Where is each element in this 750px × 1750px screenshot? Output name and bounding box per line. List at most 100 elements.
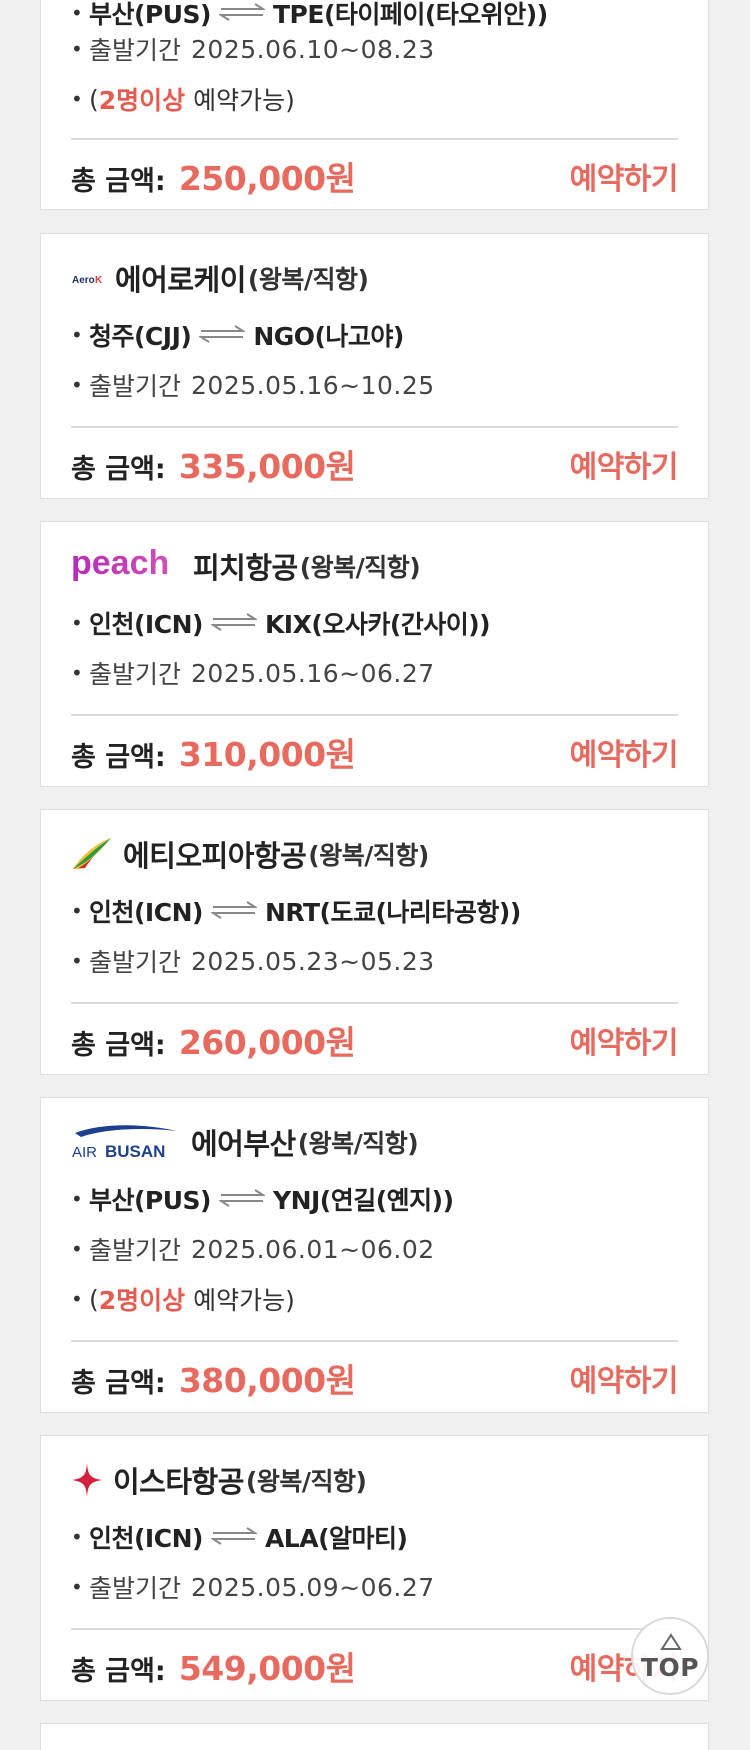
price-row: 총 금액: 310,000원 예약하기 bbox=[71, 730, 679, 774]
divider bbox=[71, 138, 678, 140]
route-destination: YNJ(연길(옌지)) bbox=[272, 1186, 454, 1215]
price-value: 260,000원 bbox=[178, 1023, 356, 1062]
route-destination: NRT(도쿄(나리타공항)) bbox=[264, 898, 521, 927]
price-value: 335,000원 bbox=[178, 447, 356, 486]
airline-header: peach 피치항공 (왕복/직항) bbox=[71, 542, 421, 590]
ethiopian-logo-icon bbox=[71, 836, 113, 872]
period-line: • 출발기간 2025.06.01~06.02 bbox=[71, 1231, 435, 1267]
bullet: • bbox=[71, 1187, 83, 1211]
svg-text:AIR: AIR bbox=[72, 1144, 97, 1161]
bullet: • bbox=[71, 661, 83, 685]
flight-card: 이스타항공 (왕복/직항) • 인천(ICN) ALA(알마티) • 출발기간 … bbox=[40, 1435, 709, 1701]
note-rest: 예약가능) bbox=[185, 1286, 295, 1315]
divider bbox=[71, 1340, 678, 1342]
price-row: 총 금액: 335,000원 예약하기 bbox=[71, 442, 679, 486]
flight-card: Aero K 에어로케이 (왕복/직항) • 청주(CJJ) NGO(나고야) … bbox=[40, 233, 709, 499]
route-line: • 인천(ICN) KIX(오사카(간사이)) bbox=[71, 605, 491, 641]
route-origin: 인천(ICN) bbox=[89, 898, 203, 927]
period-dates: 2025.05.09~06.27 bbox=[191, 1572, 435, 1602]
period-label: 출발기간 bbox=[89, 660, 182, 689]
period-dates: 2025.05.23~05.23 bbox=[191, 946, 435, 976]
route-destination: NGO(나고야) bbox=[253, 322, 404, 351]
reserve-button[interactable]: 예약하기 bbox=[570, 442, 679, 486]
bullet: • bbox=[71, 87, 83, 111]
round-trip-arrows-icon bbox=[209, 1523, 259, 1552]
svg-text:K: K bbox=[95, 275, 103, 286]
bullet: • bbox=[71, 1, 83, 25]
bullet: • bbox=[71, 1287, 83, 1311]
period-label: 출발기간 bbox=[89, 36, 182, 65]
bullet: • bbox=[71, 899, 83, 923]
bullet: • bbox=[71, 323, 83, 347]
divider bbox=[71, 1628, 678, 1630]
flight-card: 에티오피아항공 (왕복/직항) • 인천(ICN) NRT(도쿄(나리타공항))… bbox=[40, 809, 709, 1075]
period-label: 출발기간 bbox=[89, 948, 182, 977]
round-trip-arrows-icon bbox=[217, 1185, 267, 1214]
period-line: • 출발기간 2025.05.09~06.27 bbox=[71, 1569, 435, 1605]
reserve-button[interactable]: 예약하기 bbox=[570, 1356, 679, 1400]
trip-type: (왕복/직항) bbox=[245, 1467, 367, 1496]
route-line: • 부산(PUS) YNJ(연길(옌지)) bbox=[71, 1181, 454, 1217]
note-rest: 예약가능) bbox=[185, 86, 295, 115]
route-destination: TPE(타이페이(타오위안)) bbox=[272, 0, 548, 29]
route-destination: KIX(오사카(간사이)) bbox=[264, 610, 491, 639]
price-label: 총 금액: bbox=[71, 1368, 166, 1399]
reserve-button[interactable]: 예약하기 bbox=[570, 154, 679, 198]
airline-header: AIR BUSAN 에어부산 (왕복/직항) bbox=[71, 1118, 419, 1166]
round-trip-arrows-icon bbox=[209, 897, 259, 926]
route-origin: 청주(CJJ) bbox=[89, 322, 192, 351]
bullet: • bbox=[71, 949, 83, 973]
price-value: 310,000원 bbox=[178, 735, 356, 774]
airline-header: 이스타항공 (왕복/직항) bbox=[71, 1456, 367, 1504]
note-min-count: 2명이상 bbox=[98, 1286, 186, 1315]
price-row: 총 금액: 260,000원 예약하기 bbox=[71, 1018, 679, 1062]
round-trip-arrows-icon bbox=[197, 321, 247, 350]
airline-header: 에티오피아항공 (왕복/직항) bbox=[71, 830, 429, 878]
min-people-note: • ( 2명이상 예약가능) bbox=[71, 81, 295, 117]
triangle-up-icon bbox=[660, 1633, 682, 1655]
flight-card: • 부산(PUS) TPE(타이페이(타오위안)) • 출발기간 2025.06… bbox=[40, 0, 709, 210]
price-label: 총 금액: bbox=[71, 166, 166, 197]
reserve-button[interactable]: 예약하기 bbox=[570, 1018, 679, 1062]
airbusan-logo-icon: AIR BUSAN bbox=[71, 1123, 181, 1161]
route-origin: 인천(ICN) bbox=[89, 1524, 203, 1553]
price-label: 총 금액: bbox=[71, 742, 166, 773]
bullet: • bbox=[71, 373, 83, 397]
trip-type: (왕복/직항) bbox=[247, 265, 369, 294]
peach-logo-icon: peach bbox=[71, 546, 183, 586]
route-line: • 인천(ICN) NRT(도쿄(나리타공항)) bbox=[71, 893, 521, 929]
divider bbox=[71, 714, 678, 716]
min-people-note: • ( 2명이상 예약가능) bbox=[71, 1281, 295, 1317]
airline-name: 에티오피아항공 bbox=[123, 839, 307, 873]
round-trip-arrows-icon bbox=[209, 609, 259, 638]
period-label: 출발기간 bbox=[89, 1236, 182, 1265]
bullet: • bbox=[71, 611, 83, 635]
route-origin: 인천(ICN) bbox=[89, 610, 203, 639]
trip-type: (왕복/직항) bbox=[308, 841, 429, 870]
route-line: • 인천(ICN) ALA(알마티) bbox=[71, 1519, 408, 1555]
route-origin: 부산(PUS) bbox=[89, 0, 211, 29]
reserve-button[interactable]: 예약하기 bbox=[570, 730, 679, 774]
round-trip-arrows-icon bbox=[217, 0, 267, 28]
bullet: • bbox=[71, 1525, 83, 1549]
divider bbox=[71, 426, 678, 428]
svg-text:BUSAN: BUSAN bbox=[105, 1142, 165, 1161]
scroll-top-button[interactable]: TOP bbox=[631, 1617, 709, 1695]
svg-text:Aero: Aero bbox=[72, 275, 95, 286]
price-row: 총 금액: 250,000원 예약하기 bbox=[71, 154, 679, 198]
airline-name: 이스타항공 bbox=[113, 1465, 244, 1499]
aerok-logo-icon: Aero K bbox=[71, 268, 105, 288]
note-min-count: 2명이상 bbox=[98, 86, 186, 115]
route-line: • 청주(CJJ) NGO(나고야) bbox=[71, 317, 404, 353]
bullet: • bbox=[71, 1237, 83, 1261]
price-value: 549,000원 bbox=[178, 1649, 356, 1688]
period-line: • 출발기간 2025.05.16~06.27 bbox=[71, 655, 435, 691]
divider bbox=[71, 1002, 678, 1004]
route-line: • 부산(PUS) TPE(타이페이(타오위안)) bbox=[71, 0, 548, 31]
period-line: • 출발기간 2025.05.23~05.23 bbox=[71, 943, 435, 979]
period-dates: 2025.05.16~10.25 bbox=[191, 370, 435, 400]
flight-card: peach 피치항공 (왕복/직항) • 인천(ICN) KIX(오사카(간사이… bbox=[40, 521, 709, 787]
trip-type: (왕복/직항) bbox=[297, 1129, 419, 1158]
route-destination: ALA(알마티) bbox=[264, 1524, 408, 1553]
flight-card: AIR BUSAN 에어부산 (왕복/직항) • 부산(PUS) YNJ(연길(… bbox=[40, 1097, 709, 1413]
